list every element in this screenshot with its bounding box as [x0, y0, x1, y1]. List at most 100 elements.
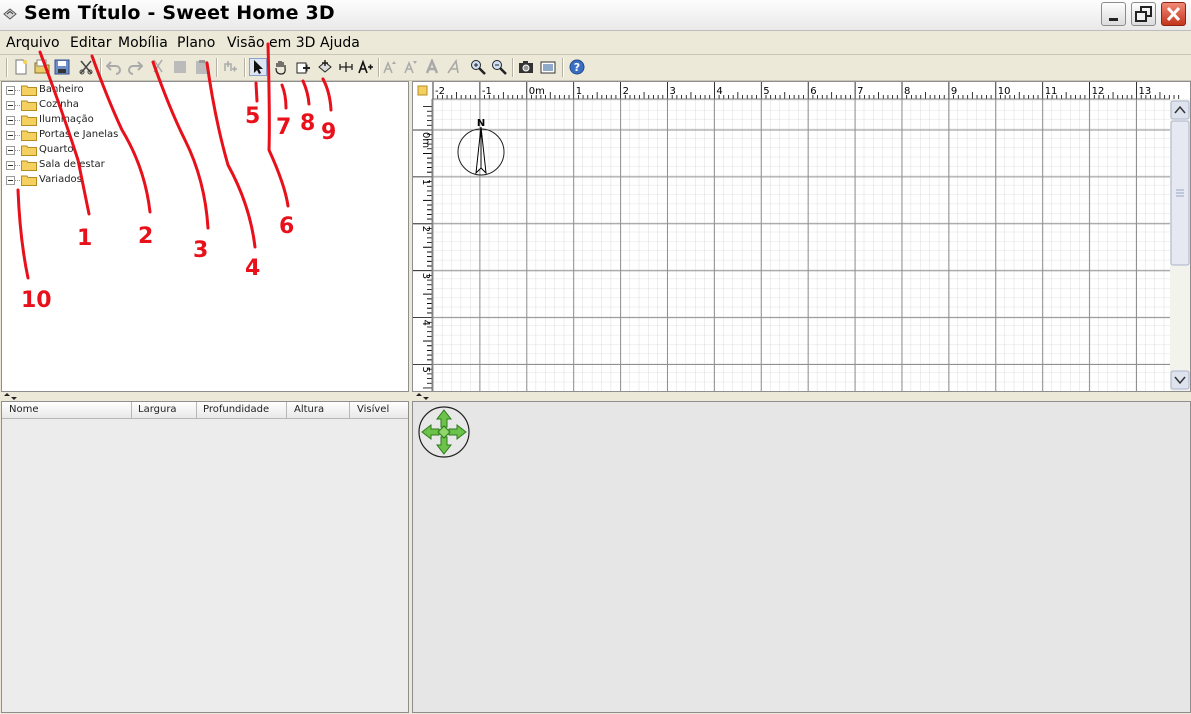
category-label: Sala de estar: [39, 159, 105, 170]
column-divider[interactable]: [131, 402, 132, 418]
category-label: Iluminação: [39, 114, 94, 125]
catalog-category-cozinha[interactable]: Cozinha: [2, 98, 202, 113]
create-rooms-button[interactable]: [317, 59, 333, 75]
new-button[interactable]: [13, 59, 29, 75]
menu-visao-3d[interactable]: Visão em 3D: [227, 35, 315, 51]
catalog-category-banheiro[interactable]: Banheiro: [2, 83, 202, 98]
menu-plano[interactable]: Plano: [177, 35, 215, 51]
minimize-button[interactable]: [1101, 2, 1126, 26]
y-ruler-label: 1: [420, 179, 431, 185]
toolbar-separator: [100, 58, 102, 77]
paste-button[interactable]: [194, 59, 210, 75]
column-divider[interactable]: [196, 402, 197, 418]
create-video-button[interactable]: [540, 59, 556, 75]
redo-icon: [128, 61, 144, 75]
menu-mobilia[interactable]: Mobília: [118, 35, 168, 51]
help-button[interactable]: ?: [569, 59, 585, 75]
zoom-in-button[interactable]: [470, 59, 486, 75]
table-header: Nome Largura Profundidade Altura Visível: [2, 402, 408, 419]
folder-icon: [21, 145, 37, 156]
horizontal-splitter-left[interactable]: [0, 392, 410, 401]
bold-button[interactable]: [425, 57, 441, 75]
open-icon: [34, 59, 50, 74]
menu-editar[interactable]: Editar: [70, 35, 111, 51]
cut-button[interactable]: [150, 59, 166, 75]
window-title: Sem Título - Sweet Home 3D: [24, 2, 335, 24]
folder-icon: [21, 175, 37, 186]
annotation-label-5: 5: [245, 104, 261, 129]
catalog-category-portas-janelas[interactable]: Portas e Janelas: [2, 128, 202, 143]
plan-grid[interactable]: N -2 -1 0m 1 2 3 4 5 6 7 8 9 10 11 12 13…: [413, 82, 1190, 391]
preferences-button[interactable]: [78, 59, 94, 75]
column-header-profundidade[interactable]: Profundidade: [203, 404, 269, 415]
close-button[interactable]: [1161, 2, 1186, 26]
add-text-icon: [358, 59, 373, 74]
save-icon: [54, 59, 70, 75]
undo-button[interactable]: [105, 59, 122, 75]
pan-mode-button[interactable]: [273, 59, 289, 75]
toolbar-separator: [378, 58, 380, 77]
save-button[interactable]: [54, 59, 70, 75]
horizontal-splitter-right[interactable]: [412, 392, 1191, 401]
create-photo-button[interactable]: [518, 59, 534, 75]
redo-button[interactable]: [127, 59, 144, 75]
help-icon: ?: [569, 59, 585, 75]
column-header-largura[interactable]: Largura: [138, 404, 177, 415]
create-dimensions-button[interactable]: [338, 59, 354, 75]
x-ruler-label: 7: [857, 86, 863, 97]
column-header-nome[interactable]: Nome: [9, 404, 39, 415]
decrease-text-button[interactable]: [404, 59, 420, 75]
column-header-visivel[interactable]: Visível: [357, 404, 389, 415]
create-dimensions-icon: [339, 62, 353, 72]
paste-icon: [196, 60, 208, 74]
add-furniture-icon: [224, 61, 237, 72]
3d-view[interactable]: [412, 401, 1191, 713]
navigation-arrows-icon[interactable]: [417, 405, 471, 459]
folder-icon: [21, 100, 37, 111]
column-divider[interactable]: [349, 402, 350, 418]
y-ruler-label: 5: [420, 367, 431, 373]
restore-button[interactable]: [1131, 2, 1156, 26]
restore-icon: [1135, 6, 1152, 22]
annotation-label-10: 10: [21, 288, 52, 313]
y-ruler-label: 4: [420, 320, 431, 326]
column-divider[interactable]: [286, 402, 287, 418]
add-furniture-button[interactable]: [222, 59, 238, 75]
category-label: Banheiro: [39, 84, 84, 95]
catalog-category-variados[interactable]: Variados: [2, 173, 202, 188]
splitter-arrows-icon: [416, 393, 429, 400]
menu-arquivo[interactable]: Arquivo: [6, 35, 60, 51]
column-header-altura[interactable]: Altura: [294, 404, 324, 415]
plan-view[interactable]: N -2 -1 0m 1 2 3 4 5 6 7 8 9 10 11 12 13…: [412, 81, 1191, 392]
italic-button[interactable]: [446, 58, 462, 75]
toolbar-separator: [562, 58, 564, 77]
zoom-out-button[interactable]: [491, 59, 507, 75]
ruler-corner-icon: [417, 85, 428, 96]
create-walls-button[interactable]: [295, 59, 311, 75]
decrease-text-icon: [404, 60, 417, 74]
modify-text-button[interactable]: [383, 59, 399, 75]
y-ruler-label: 3: [420, 273, 431, 279]
category-label: Cozinha: [39, 99, 79, 110]
catalog-category-sala-de-estar[interactable]: Sala de estar: [2, 158, 202, 173]
minimize-icon: [1109, 18, 1118, 21]
add-text-button[interactable]: [358, 59, 374, 75]
catalog-category-iluminacao[interactable]: Iluminação: [2, 113, 202, 128]
catalog-category-quarto[interactable]: Quarto: [2, 143, 202, 158]
copy-button[interactable]: [172, 59, 188, 75]
compass-north-label: N: [477, 118, 485, 129]
annotation-label-9: 9: [321, 120, 337, 145]
x-ruler-label: -2: [435, 86, 445, 97]
select-mode-button[interactable]: [249, 58, 267, 76]
scroll-up-button[interactable]: [1170, 100, 1190, 120]
x-ruler-label: 12: [1092, 86, 1105, 97]
toolbar-separator: [216, 58, 218, 77]
annotation-label-2: 2: [138, 224, 154, 249]
scroll-down-button[interactable]: [1170, 370, 1190, 390]
plan-vertical-scrollbar[interactable]: [1170, 99, 1190, 391]
open-button[interactable]: [34, 59, 50, 75]
x-ruler-label: 1: [576, 86, 582, 97]
menu-ajuda[interactable]: Ajuda: [320, 35, 360, 51]
copy-icon: [174, 61, 186, 73]
category-label: Quarto: [39, 144, 74, 155]
